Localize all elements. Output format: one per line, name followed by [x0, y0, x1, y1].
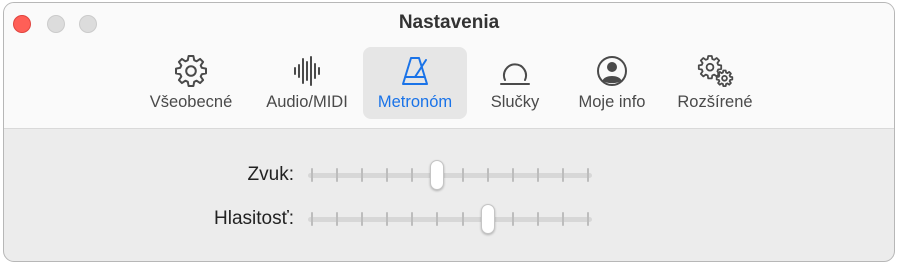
gears-icon — [697, 55, 734, 87]
tab-metronome-label: Metronóm — [377, 93, 453, 111]
loop-icon — [500, 63, 530, 85]
sound-slider[interactable] — [308, 160, 592, 190]
tab-metronome[interactable]: Metronóm — [363, 47, 467, 119]
sound-slider-tick — [587, 168, 589, 182]
tab-advanced[interactable]: Rozšírené — [663, 47, 767, 119]
gear-icon — [175, 55, 207, 87]
settings-window: Nastavenia Všeobecné Audio/MIDI Metronóm… — [3, 2, 895, 262]
sound-slider-tick — [311, 168, 313, 182]
sound-slider-tick — [511, 168, 514, 182]
volume-slider[interactable] — [308, 204, 592, 234]
volume-slider-tick — [386, 212, 389, 226]
volume-slider-tick — [311, 212, 313, 226]
window-title: Nastavenia — [398, 12, 500, 33]
volume-slider-tick — [561, 212, 564, 226]
metronome-icon — [402, 57, 428, 85]
volume-slider-tick — [536, 212, 539, 226]
volume-slider-tick — [461, 212, 464, 226]
volume-slider-tick — [511, 212, 514, 226]
sound-slider-tick — [361, 168, 364, 182]
volume-slider-track — [308, 217, 592, 222]
volume-slider-tick — [361, 212, 364, 226]
tab-general[interactable]: Všeobecné — [140, 47, 242, 119]
volume-slider-tick — [587, 212, 589, 226]
sound-slider-tick — [536, 168, 539, 182]
sound-slider-tick — [461, 168, 464, 182]
tab-general-label: Všeobecné — [149, 93, 233, 111]
person-icon — [597, 56, 627, 86]
sound-slider-tick — [486, 168, 489, 182]
tab-my-info-label: Moje info — [578, 93, 646, 111]
tab-loops[interactable]: Slučky — [470, 47, 560, 119]
tab-audio-midi-label: Audio/MIDI — [266, 93, 348, 111]
tab-my-info[interactable]: Moje info — [567, 47, 657, 119]
toolbar: Nastavenia Všeobecné Audio/MIDI Metronóm… — [4, 3, 894, 129]
sound-label: Zvuk: — [247, 164, 294, 185]
volume-slider-tick — [336, 212, 339, 226]
sound-slider-tick — [561, 168, 564, 182]
tab-loops-label: Slučky — [490, 93, 540, 111]
sound-slider-tick — [386, 168, 389, 182]
volume-label: Hlasitosť: — [214, 208, 294, 229]
sound-slider-track — [308, 173, 592, 178]
tab-advanced-label: Rozšírené — [677, 93, 753, 111]
waveform-icon — [294, 56, 320, 86]
volume-slider-knob[interactable] — [480, 204, 495, 234]
tab-audio-midi[interactable]: Audio/MIDI — [256, 47, 358, 119]
sound-slider-knob[interactable] — [430, 160, 445, 190]
sound-slider-tick — [336, 168, 339, 182]
